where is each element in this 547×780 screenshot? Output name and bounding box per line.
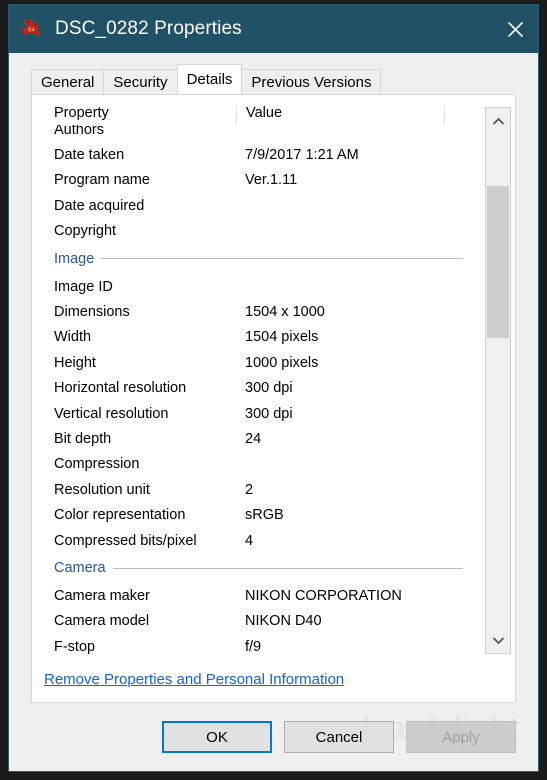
property-value[interactable]: 1504 pixels <box>236 329 477 345</box>
property-value[interactable]: 300 dpi <box>236 406 477 422</box>
tab-previous-versions[interactable]: Previous Versions <box>241 69 382 94</box>
button-bar: cleardelight OK Cancel Apply <box>9 703 538 771</box>
property-name: Date acquired <box>54 197 145 214</box>
tab-general[interactable]: General <box>31 69 105 94</box>
property-row[interactable]: Color representation sRGB <box>46 502 477 527</box>
title-bar: 64 DSC_0282 Properties <box>9 5 538 53</box>
property-name: Compression <box>54 456 140 473</box>
property-group-header: Image <box>46 244 477 274</box>
app-icon: 64 <box>19 16 45 42</box>
property-value[interactable]: 24 <box>236 431 477 447</box>
property-name: Image ID <box>54 278 113 295</box>
column-header-spacer <box>444 105 477 125</box>
tab-security[interactable]: Security <box>103 69 178 94</box>
property-group-label: Image <box>54 250 95 267</box>
property-name: Width <box>54 329 92 346</box>
property-row[interactable]: Horizontal resolution 300 dpi <box>46 376 477 401</box>
property-name: Compressed bits/pixel <box>54 532 197 549</box>
property-row[interactable]: Camera model NIKON D40 <box>46 609 477 634</box>
property-row[interactable]: Camera maker NIKON CORPORATION <box>46 583 477 608</box>
scroll-up-icon[interactable] <box>486 108 510 134</box>
property-row[interactable]: F-stop f/9 <box>46 634 477 656</box>
property-value[interactable]: NIKON D40 <box>236 613 477 629</box>
property-value[interactable]: f/9 <box>236 639 477 655</box>
window-title: DSC_0282 Properties <box>55 18 242 39</box>
property-group-label: Camera <box>54 560 106 577</box>
property-value[interactable]: 1504 x 1000 <box>236 304 477 320</box>
property-row[interactable]: Bit depth 24 <box>46 426 477 451</box>
properties-dialog: 64 DSC_0282 Properties General Security … <box>8 4 539 772</box>
property-value[interactable]: 2 <box>236 482 477 498</box>
property-row[interactable]: Date taken 7/9/2017 1:21 AM <box>46 142 477 167</box>
property-value[interactable]: 7/9/2017 1:21 AM <box>236 147 477 163</box>
close-icon[interactable] <box>492 5 538 53</box>
property-name: Program name <box>54 172 150 189</box>
property-value[interactable]: NIKON CORPORATION <box>236 588 477 604</box>
column-header-property: Property <box>54 105 109 121</box>
svg-text:64: 64 <box>28 28 35 34</box>
property-name: Height <box>54 354 96 371</box>
property-rows: Authors Date taken 7/9/2017 1:21 AM Program… <box>46 117 477 656</box>
property-value[interactable]: 4 <box>236 533 477 549</box>
apply-button: Apply <box>406 721 516 753</box>
property-name: Vertical resolution <box>54 405 169 422</box>
property-list-viewport: Authors Date taken 7/9/2017 1:21 AM Program… <box>46 105 477 656</box>
cancel-button[interactable]: Cancel <box>284 721 394 753</box>
property-name: Bit depth <box>54 430 112 447</box>
scrollbar-thumb[interactable] <box>487 186 509 338</box>
column-header-value: Value <box>236 105 444 125</box>
ok-button[interactable]: OK <box>162 721 272 753</box>
property-name: F-stop <box>54 638 96 655</box>
property-name: Color representation <box>54 507 186 524</box>
tab-strip: General Security Details Previous Versio… <box>9 64 538 94</box>
property-name: Dimensions <box>54 304 130 321</box>
property-value[interactable]: Ver.1.11 <box>236 172 477 188</box>
property-name: Copyright <box>54 223 117 240</box>
property-name: Camera model <box>54 613 150 630</box>
property-row[interactable]: Date acquired <box>46 193 477 218</box>
property-row[interactable]: Image ID <box>46 274 477 299</box>
property-row[interactable]: Compressed bits/pixel 4 <box>46 528 477 553</box>
property-group-header: Camera <box>46 553 477 583</box>
property-value[interactable]: sRGB <box>236 507 477 523</box>
scroll-down-icon[interactable] <box>486 627 510 653</box>
property-group-rule <box>101 258 463 260</box>
property-row[interactable]: Vertical resolution 300 dpi <box>46 401 477 426</box>
property-row[interactable]: Compression <box>46 452 477 477</box>
vertical-scrollbar[interactable] <box>485 107 511 654</box>
property-group-rule <box>112 567 463 569</box>
tab-details[interactable]: Details <box>176 64 243 94</box>
remove-properties-link[interactable]: Remove Properties and Personal Informati… <box>44 671 344 688</box>
property-list-header: Property Value <box>46 105 477 125</box>
property-name: Date taken <box>54 147 125 164</box>
property-row[interactable]: Width 1504 pixels <box>46 325 477 350</box>
property-row[interactable]: Resolution unit 2 <box>46 477 477 502</box>
property-row[interactable]: Height 1000 pixels <box>46 350 477 375</box>
property-name: Horizontal resolution <box>54 380 187 397</box>
property-name: Camera maker <box>54 587 150 604</box>
property-name: Resolution unit <box>54 481 150 498</box>
property-value[interactable]: 300 dpi <box>236 380 477 396</box>
property-row[interactable]: Copyright <box>46 219 477 244</box>
property-row[interactable]: Dimensions 1504 x 1000 <box>46 299 477 324</box>
property-list: Authors Date taken 7/9/2017 1:21 AM Program… <box>32 105 515 656</box>
property-row[interactable]: Program name Ver.1.11 <box>46 168 477 193</box>
remove-properties-link-row: Remove Properties and Personal Informati… <box>32 656 515 702</box>
details-tab-page: Authors Date taken 7/9/2017 1:21 AM Program… <box>31 94 516 703</box>
property-value[interactable]: 1000 pixels <box>236 355 477 371</box>
